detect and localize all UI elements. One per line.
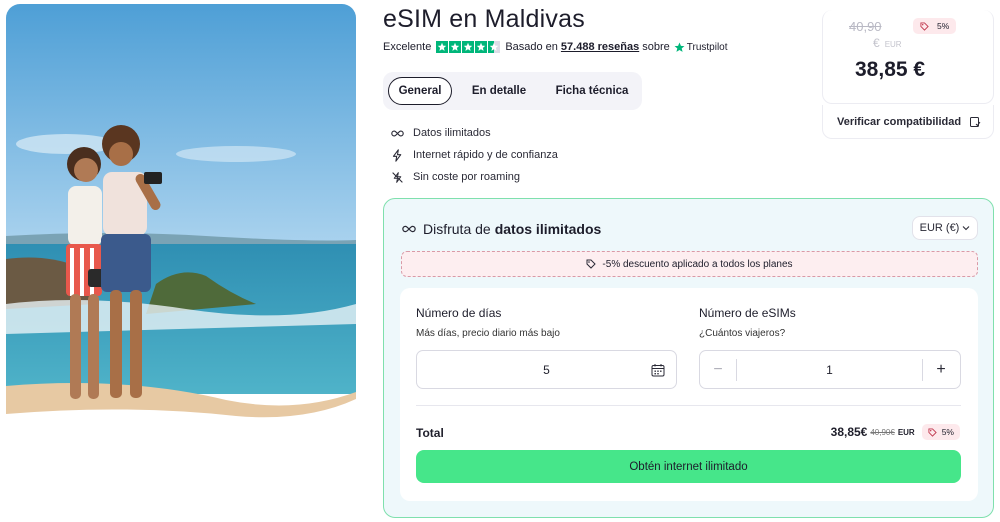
panel-heading-bold: datos ilimitados xyxy=(494,221,602,237)
days-value: 5 xyxy=(543,362,550,377)
panel-heading-prefix: Disfruta de xyxy=(423,221,491,237)
lightning-icon xyxy=(390,148,404,162)
total-currency: EUR xyxy=(897,427,915,437)
trustpilot-star-icon xyxy=(674,42,685,52)
esims-sub: ¿Cuántos viajeros? xyxy=(699,328,786,339)
currency-value: EUR (€) xyxy=(919,222,960,234)
calendar-icon[interactable] xyxy=(651,363,665,377)
star-icon xyxy=(462,41,475,53)
discount-value: 5% xyxy=(941,427,954,437)
rating-label: Excelente xyxy=(383,41,432,53)
verify-compatibility-label: Verificar compatibilidad xyxy=(837,115,962,128)
half-star-icon xyxy=(488,41,501,53)
checklist-icon xyxy=(970,116,981,127)
panel-heading: Disfruta de datos ilimitados xyxy=(402,221,601,237)
total-label: Total xyxy=(416,426,444,440)
tag-icon xyxy=(920,21,929,31)
based-on-text: Basado en xyxy=(505,41,558,53)
esim-quantity-stepper: − 1 + xyxy=(699,350,961,389)
chevron-down-icon xyxy=(962,226,970,231)
source-prefix: sobre xyxy=(642,41,670,53)
hero-image xyxy=(6,4,356,426)
esims-label: Número de eSIMs xyxy=(699,306,796,320)
days-label: Número de días xyxy=(416,306,502,320)
trustpilot-label: Trustpilot xyxy=(686,41,728,53)
current-price: 38,85 € xyxy=(855,58,926,81)
star-icon xyxy=(436,41,449,53)
total-old-price: 40,90€ xyxy=(870,427,895,437)
old-price-currency: € EUR xyxy=(873,36,902,50)
feature-label: Sin coste por roaming xyxy=(413,171,520,183)
tab-ficha-tecnica[interactable]: Ficha técnica xyxy=(546,77,638,105)
product-tabs: General En detalle Ficha técnica xyxy=(383,72,642,110)
discount-notice: -5% descuento aplicado a todos los plane… xyxy=(401,251,978,277)
infinity-icon xyxy=(402,225,416,233)
feature-item: Datos ilimitados xyxy=(390,122,558,144)
tag-icon xyxy=(586,259,597,269)
get-internet-button[interactable]: Obtén internet ilimitado xyxy=(416,450,961,483)
feature-label: Internet rápido y de confianza xyxy=(413,149,558,161)
price-card: 40,90 € EUR 5% 38,85 € xyxy=(822,10,994,104)
discount-badge: 5% xyxy=(913,18,957,34)
currency-select[interactable]: EUR (€) xyxy=(912,216,978,240)
plan-panel: Disfruta de datos ilimitados EUR (€) -5%… xyxy=(383,198,994,518)
feature-label: Datos ilimitados xyxy=(413,127,491,139)
page-title: eSIM en Maldivas xyxy=(383,5,585,33)
feature-item: Internet rápido y de confianza xyxy=(390,144,558,166)
decrement-button[interactable]: − xyxy=(700,351,736,388)
esim-quantity-value[interactable]: 1 xyxy=(737,351,922,388)
no-roaming-icon xyxy=(390,170,404,184)
review-count-link[interactable]: 57.488 reseñas xyxy=(561,41,639,53)
total-value: 38,85€ 40,90€ EUR 5% xyxy=(831,424,960,440)
discount-notice-text: -5% descuento aplicado a todos los plane… xyxy=(602,258,793,270)
trustpilot-logo: Trustpilot xyxy=(674,42,728,53)
total-amount: 38,85€ xyxy=(830,425,868,439)
discount-badge: 5% xyxy=(921,424,960,440)
tab-en-detalle[interactable]: En detalle xyxy=(452,77,546,105)
increment-button[interactable]: + xyxy=(922,351,960,388)
discount-value: 5% xyxy=(937,21,950,31)
old-price: 40,90 xyxy=(849,19,882,34)
verify-compatibility-button[interactable]: Verificar compatibilidad xyxy=(822,105,994,139)
days-sub: Más días, precio diario más bajo xyxy=(416,328,560,339)
days-input[interactable]: 5 xyxy=(416,350,677,389)
plan-configurator: Número de días Más días, precio diario m… xyxy=(400,288,978,501)
feature-list: Datos ilimitados Internet rápido y de co… xyxy=(390,122,558,188)
star-icon xyxy=(475,41,488,53)
divider xyxy=(416,405,961,406)
star-icon xyxy=(449,41,462,53)
old-currency-symbol: € xyxy=(873,36,880,50)
tag-icon xyxy=(928,427,937,437)
infinity-icon xyxy=(390,126,404,140)
trustpilot-rating: Excelente Basado en 57.488 reseñas sobre… xyxy=(383,41,728,53)
feature-item: Sin coste por roaming xyxy=(390,166,558,188)
old-currency-code: EUR xyxy=(884,40,902,49)
rating-stars xyxy=(436,41,501,53)
tab-general[interactable]: General xyxy=(388,77,452,105)
